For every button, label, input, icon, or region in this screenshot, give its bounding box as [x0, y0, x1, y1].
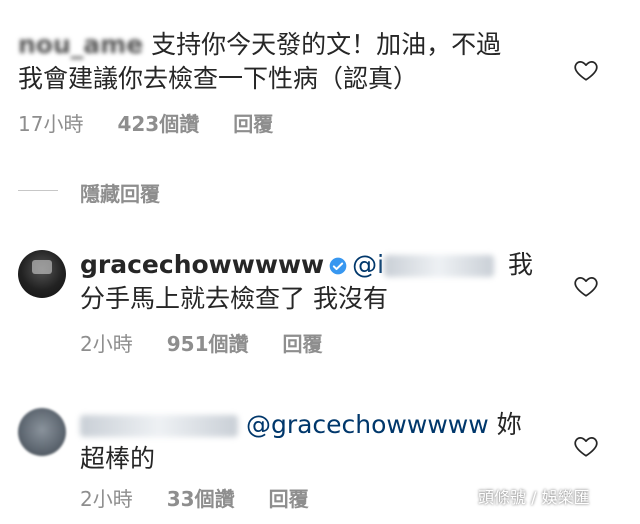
comment-3-text: @gracechowwwww 妳 超棒的: [80, 408, 550, 476]
comment-3-body-line1-end: 妳: [496, 410, 522, 439]
hide-replies-button[interactable]: 隱藏回覆: [80, 178, 160, 207]
comment-3-body-line2: 超棒的: [80, 444, 156, 473]
heart-icon[interactable]: [573, 57, 599, 83]
blurred-username: [80, 415, 238, 437]
comment-2-text: gracechowwwww @i 我 分手馬上就去檢查了 我沒有: [80, 248, 540, 316]
heart-icon[interactable]: [573, 273, 599, 299]
verified-badge-icon: [329, 257, 347, 275]
comment-3-likes[interactable]: 33個讚: [167, 483, 235, 512]
comment-1-meta: 17小時 423個讚 回覆: [18, 108, 273, 137]
comment-1-likes[interactable]: 423個讚: [117, 108, 199, 137]
comment-2-reply-button[interactable]: 回覆: [282, 328, 322, 357]
comment-2-time: 2小時: [80, 332, 133, 356]
avatar[interactable]: [18, 408, 66, 456]
comment-2-body-line2: 分手馬上就去檢查了 我沒有: [80, 284, 388, 313]
comment-3-reply-button[interactable]: 回覆: [269, 483, 309, 512]
comment-1-username[interactable]: nou_ame: [18, 30, 143, 59]
comment-3-time: 2小時: [80, 487, 133, 511]
comment-3-mention[interactable]: @gracechowwwww: [246, 410, 489, 439]
comment-2-body-line1-end: 我: [508, 250, 534, 279]
comment-1-text: nou_ame 支持你今天發的文！加油，不過 我會建議你去檢查一下性病（認真）: [18, 28, 558, 96]
watermark: 頭條號 / 娛樂匯: [478, 488, 590, 507]
comment-2-likes[interactable]: 951個讚: [167, 328, 249, 357]
comment-1-body-line1: 支持你今天發的文！加油，不過: [151, 30, 502, 59]
comment-2-meta: 2小時 951個讚 回覆: [80, 328, 322, 357]
blurred-username: [384, 255, 495, 277]
avatar[interactable]: [18, 250, 66, 298]
hide-replies-divider: [18, 190, 58, 191]
heart-icon[interactable]: [573, 433, 599, 459]
comment-1-reply-button[interactable]: 回覆: [233, 108, 273, 137]
comment-1-time: 17小時: [18, 112, 84, 136]
comment-1-body-line2: 我會建議你去檢查一下性病（認真）: [18, 64, 419, 93]
comment-3-meta: 2小時 33個讚 回覆: [80, 483, 309, 512]
comment-2-mention[interactable]: @i: [352, 250, 384, 279]
comment-2-username[interactable]: gracechowwwww: [80, 250, 324, 279]
